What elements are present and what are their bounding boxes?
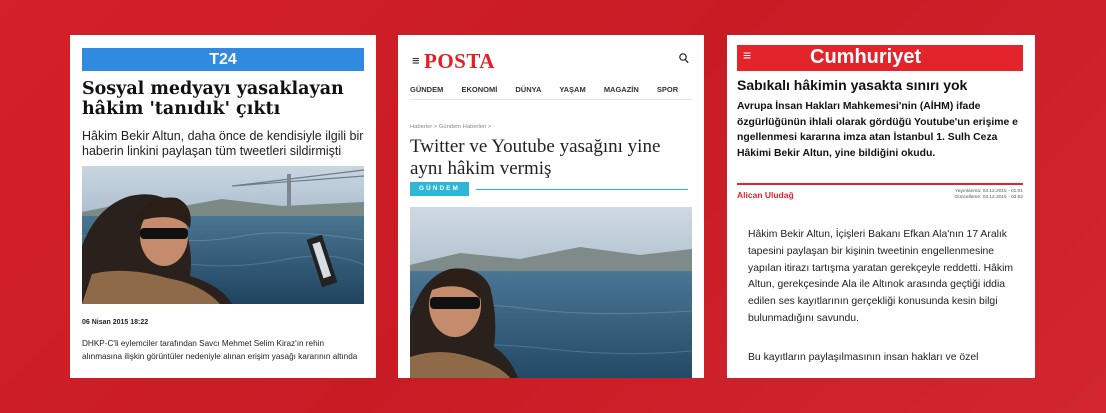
t24-subtitle: Hâkim Bekir Altun, daha önce de kendisiy… [82, 129, 364, 158]
cumhuriyet-lead: Avrupa İnsan Hakları Mahkemesi'nin (AİHM… [737, 101, 1018, 159]
posta-logo[interactable]: POSTA [424, 49, 495, 74]
category-tag[interactable]: GÜNDEM [410, 182, 469, 196]
cumhuriyet-body-text-2: Bu kayıtların paylaşılmasının insan hakl… [748, 352, 979, 363]
nav-item-gundem[interactable]: GÜNDEM [410, 85, 443, 94]
posta-nav-bar: GÜNDEM EKONOMİ DÜNYA YAŞAM MAGAZİN SPOR [410, 85, 704, 94]
t24-date: 06 Nisan 2015 18:22 [82, 319, 149, 326]
publish-dates: Yayınlanma: 03.12.2015 - 01:01 Güncellem… [954, 189, 1023, 201]
breadcrumb[interactable]: Haberler > Gündem Haberleri > [410, 124, 491, 130]
t24-headline[interactable]: Sosyal medyayı yasaklayan hâkim 'tanıdık… [82, 79, 364, 119]
nav-item-ekonomi[interactable]: EKONOMİ [461, 85, 497, 94]
updated-date: Güncelleme: 03.12.2015 - 03:52 [954, 195, 1023, 200]
posta-article-photo [410, 207, 692, 378]
cumhuriyet-article-panel: ≡ Cumhuriyet Sabıkalı hâkimin yasakta sı… [727, 35, 1035, 378]
search-icon[interactable] [679, 53, 689, 67]
author-divider [737, 183, 1023, 185]
hamburger-menu-icon[interactable]: ≡ [743, 47, 751, 63]
t24-article-photo [82, 166, 364, 304]
nav-item-magazin[interactable]: MAGAZİN [604, 85, 639, 94]
nav-item-spor[interactable]: SPOR [657, 85, 678, 94]
nav-item-dunya[interactable]: DÜNYA [515, 85, 541, 94]
hamburger-menu-icon[interactable]: ≡ [412, 53, 420, 68]
posta-headline[interactable]: Twitter ve Youtube yasağını yine aynı hâ… [410, 136, 695, 180]
t24-body-text: DHKP-C'li eylemciler tarafından Savcı Me… [82, 339, 358, 361]
t24-logo[interactable]: T24 [82, 48, 364, 71]
cumhuriyet-body-text: Hâkim Bekir Altun, İçişleri Bakanı Efkan… [748, 229, 1014, 324]
t24-article-panel: T24 Sosyal medyayı yasaklayan hâkim 'tan… [70, 35, 376, 378]
cumhuriyet-logo[interactable]: Cumhuriyet [810, 46, 921, 69]
tag-divider [476, 189, 688, 190]
nav-divider [410, 99, 692, 100]
nav-item-yasam[interactable]: YAŞAM [559, 85, 585, 94]
cumhuriyet-headline[interactable]: Sabıkalı hâkimin yasakta sınırı yok [737, 77, 1027, 93]
posta-article-panel: ≡ POSTA GÜNDEM EKONOMİ DÜNYA YAŞAM MAGAZ… [398, 35, 704, 378]
author-link[interactable]: Alican Uludağ [737, 190, 794, 200]
